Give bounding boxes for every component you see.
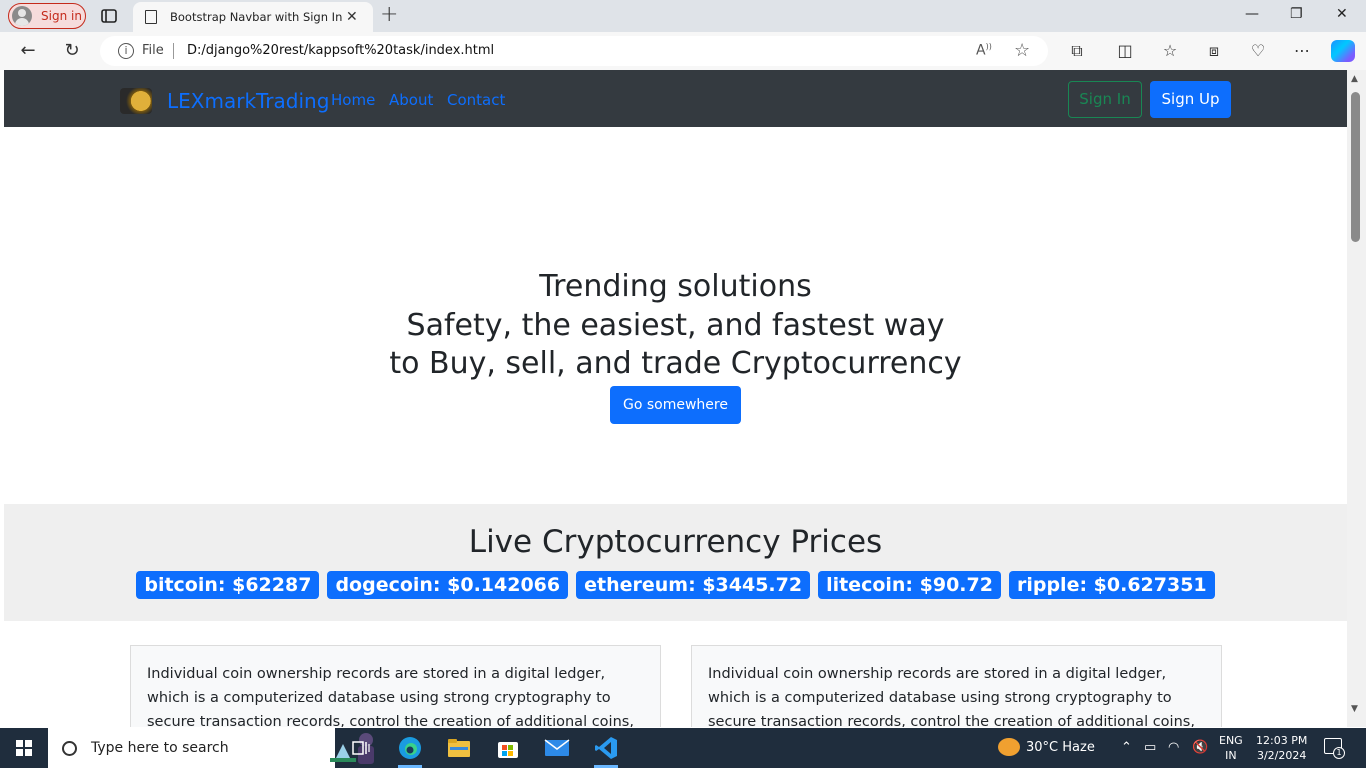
nav-link-about[interactable]: About bbox=[389, 91, 433, 109]
go-somewhere-button[interactable]: Go somewhere bbox=[610, 386, 741, 424]
tab-title: Bootstrap Navbar with Sign In/Si bbox=[170, 10, 342, 24]
info-icon[interactable]: i bbox=[118, 43, 134, 59]
address-bar[interactable]: i File D:/django%20rest/kappsoft%20task/… bbox=[100, 36, 1048, 66]
profile-avatar-icon bbox=[12, 6, 32, 26]
live-prices-section: Live Cryptocurrency Prices bitcoin: $622… bbox=[4, 504, 1347, 621]
clock-date: 3/2/2024 bbox=[1256, 749, 1307, 762]
read-aloud-icon[interactable]: A)) bbox=[976, 42, 992, 59]
browser-tab[interactable]: Bootstrap Navbar with Sign In/Si ✕ bbox=[133, 2, 373, 32]
battery-icon[interactable]: ▭ bbox=[1144, 740, 1156, 755]
language-code: ENG bbox=[1219, 734, 1243, 747]
back-arrow-icon[interactable]: ← bbox=[17, 40, 39, 61]
more-menu-icon[interactable]: ⋯ bbox=[1291, 41, 1313, 60]
file-explorer-icon[interactable] bbox=[435, 728, 483, 768]
language-region: IN bbox=[1225, 749, 1237, 762]
copilot-icon[interactable] bbox=[1331, 40, 1355, 62]
brand-logo-icon[interactable] bbox=[120, 88, 152, 114]
tab-close-icon[interactable]: ✕ bbox=[346, 9, 358, 25]
browser-toolbar: ← ↻ i File D:/django%20rest/kappsoft%20t… bbox=[0, 32, 1366, 70]
microsoft-store-icon[interactable] bbox=[484, 728, 532, 768]
taskbar-search-box[interactable]: Type here to search bbox=[48, 728, 374, 768]
hero-heading-line3: to Buy, sell, and trade Cryptocurrency bbox=[389, 346, 962, 381]
price-badge-ripple: ripple: $0.627351 bbox=[1008, 571, 1215, 599]
price-badges: bitcoin: $62287 dogecoin: $0.142066 ethe… bbox=[4, 571, 1347, 599]
weather-haze-icon bbox=[998, 738, 1020, 756]
prices-heading: Live Cryptocurrency Prices bbox=[468, 524, 883, 560]
windows-start-icon[interactable] bbox=[16, 740, 32, 756]
input-language-indicator[interactable]: ENG IN bbox=[1219, 733, 1243, 763]
vscode-icon[interactable] bbox=[582, 728, 630, 768]
volume-muted-icon[interactable]: 🔇 bbox=[1192, 740, 1208, 755]
window-close-icon[interactable]: ✕ bbox=[1336, 6, 1348, 22]
price-badge-litecoin: litecoin: $90.72 bbox=[818, 571, 1001, 599]
windows-taskbar: Type here to search 30°C Haze ⌃ ▭ ◠ 🔇 EN… bbox=[0, 728, 1366, 768]
collections-icon[interactable]: ⧈ bbox=[1203, 41, 1225, 61]
browser-essentials-icon[interactable]: ♡ bbox=[1247, 41, 1269, 60]
profile-label: Sign in bbox=[41, 9, 82, 23]
edge-browser-icon[interactable] bbox=[386, 728, 434, 768]
info-card: Individual coin ownership records are st… bbox=[130, 645, 661, 727]
page-document-icon bbox=[145, 10, 157, 24]
clock-time: 12:03 PM bbox=[1256, 734, 1308, 747]
taskbar-search-placeholder: Type here to search bbox=[91, 740, 229, 756]
info-card: Individual coin ownership records are st… bbox=[691, 645, 1222, 727]
tray-overflow-chevron-icon[interactable]: ⌃ bbox=[1121, 740, 1132, 755]
address-url[interactable]: D:/django%20rest/kappsoft%20task/index.h… bbox=[187, 43, 494, 58]
split-screen-icon[interactable]: ◫ bbox=[1114, 41, 1136, 60]
card-text: Individual coin ownership records are st… bbox=[708, 666, 1195, 727]
site-navbar: LEXmarkTrading Home About Contact Sign I… bbox=[4, 70, 1347, 127]
minimize-icon[interactable]: — bbox=[1245, 6, 1259, 22]
search-icon bbox=[62, 740, 77, 756]
favorites-icon[interactable]: ☆ bbox=[1159, 41, 1181, 60]
address-scheme: File bbox=[142, 43, 164, 58]
card-text: Individual coin ownership records are st… bbox=[147, 666, 634, 727]
notification-count-badge: 1 bbox=[1333, 747, 1345, 759]
page-viewport: LEXmarkTrading Home About Contact Sign I… bbox=[4, 70, 1347, 727]
nav-link-home[interactable]: Home bbox=[331, 91, 375, 109]
restore-icon[interactable]: ❐ bbox=[1290, 6, 1303, 22]
scroll-up-icon[interactable]: ▲ bbox=[1351, 74, 1358, 84]
mail-icon[interactable] bbox=[533, 728, 581, 768]
nav-link-contact[interactable]: Contact bbox=[447, 91, 505, 109]
hero-heading-line2: Safety, the easiest, and fastest way bbox=[406, 308, 945, 343]
favorite-star-icon[interactable]: ☆ bbox=[1014, 40, 1030, 61]
brand-link[interactable]: LEXmarkTrading bbox=[167, 89, 329, 113]
price-badge-bitcoin: bitcoin: $62287 bbox=[136, 571, 320, 599]
page-scrollbar[interactable]: ▲ ▼ bbox=[1347, 70, 1366, 727]
sign-in-button[interactable]: Sign In bbox=[1068, 81, 1142, 118]
hero-heading-line1: Trending solutions bbox=[539, 269, 812, 304]
taskbar-clock[interactable]: 12:03 PM 3/2/2024 bbox=[1256, 733, 1307, 763]
wifi-icon[interactable]: ◠ bbox=[1168, 740, 1179, 755]
price-badge-dogecoin: dogecoin: $0.142066 bbox=[327, 571, 569, 599]
price-badge-ethereum: ethereum: $3445.72 bbox=[576, 571, 811, 599]
tab-actions-icon[interactable] bbox=[100, 7, 118, 25]
weather-text: 30°C Haze bbox=[1026, 739, 1095, 755]
refresh-icon[interactable]: ↻ bbox=[61, 40, 83, 61]
address-separator bbox=[173, 43, 174, 59]
scroll-down-icon[interactable]: ▼ bbox=[1351, 704, 1358, 714]
browser-tab-strip: Sign in Bootstrap Navbar with Sign In/Si… bbox=[0, 0, 1366, 32]
scrollbar-thumb[interactable] bbox=[1351, 92, 1360, 242]
profile-sign-in-button[interactable]: Sign in bbox=[8, 3, 86, 29]
sign-up-button[interactable]: Sign Up bbox=[1150, 81, 1231, 118]
weather-widget[interactable]: 30°C Haze bbox=[998, 738, 1095, 756]
extensions-icon[interactable]: ⧉ bbox=[1066, 41, 1088, 61]
hero-section: Trending solutions Safety, the easiest, … bbox=[4, 127, 1347, 504]
task-view-icon[interactable] bbox=[337, 728, 385, 768]
new-tab-icon[interactable]: + bbox=[380, 3, 398, 27]
